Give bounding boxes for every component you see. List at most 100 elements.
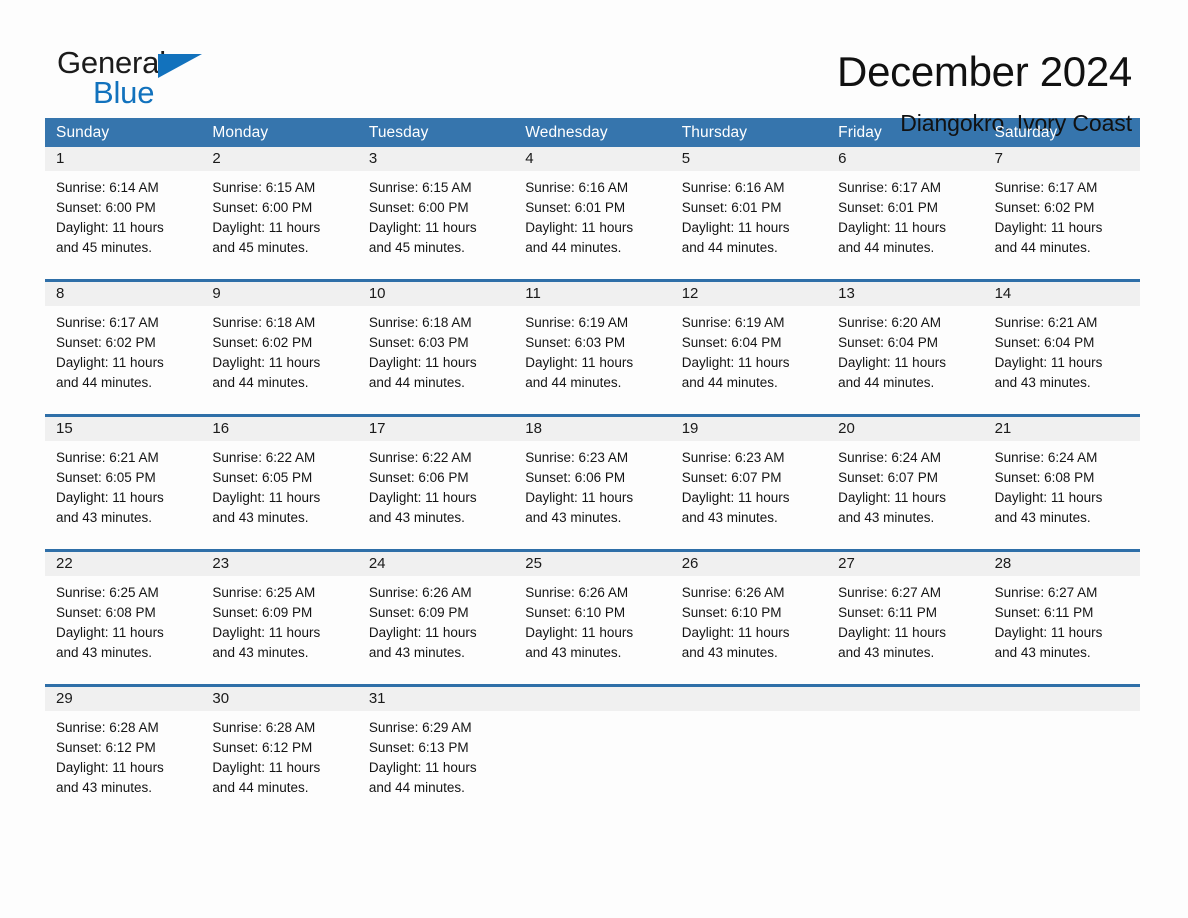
day-detail-line: Sunset: 6:00 PM bbox=[212, 200, 313, 215]
day-cell[interactable]: Sunrise: 6:21 AM Sunset: 6:05 PM Daylight:… bbox=[45, 441, 201, 549]
day-number[interactable]: 26 bbox=[671, 552, 827, 576]
day-number[interactable]: 20 bbox=[827, 417, 983, 441]
day-detail-line: Daylight: 11 hours bbox=[368, 490, 477, 505]
day-cell[interactable]: Sunrise: 6:22 AM Sunset: 6:05 PM Daylight:… bbox=[201, 441, 357, 549]
day-cell[interactable] bbox=[984, 711, 1140, 819]
day-number[interactable]: 16 bbox=[201, 417, 357, 441]
day-number[interactable]: 12 bbox=[671, 282, 827, 306]
day-number[interactable]: 9 bbox=[201, 282, 357, 306]
day-number[interactable]: 24 bbox=[358, 552, 514, 576]
day-cell[interactable]: Sunrise: 6:22 AM Sunset: 6:06 PM Daylight:… bbox=[358, 441, 514, 549]
day-cell[interactable]: Sunrise: 6:28 AM Sunset: 6:12 PM Daylight:… bbox=[45, 711, 201, 819]
day-detail-line: and 44 minutes. bbox=[681, 240, 778, 255]
day-cell[interactable]: Sunrise: 6:24 AM Sunset: 6:08 PM Daylight:… bbox=[984, 441, 1140, 549]
day-number[interactable]: 3 bbox=[358, 147, 514, 171]
day-cell[interactable]: Sunrise: 6:27 AM Sunset: 6:11 PM Daylight:… bbox=[984, 576, 1140, 684]
day-detail-line: Sunrise: 6:17 AM bbox=[994, 180, 1098, 195]
day-cell[interactable]: Sunrise: 6:28 AM Sunset: 6:12 PM Daylight:… bbox=[201, 711, 357, 819]
day-number[interactable]: 17 bbox=[358, 417, 514, 441]
day-cell[interactable]: Sunrise: 6:23 AM Sunset: 6:07 PM Daylight:… bbox=[671, 441, 827, 549]
day-cell[interactable]: Sunrise: 6:25 AM Sunset: 6:08 PM Daylight:… bbox=[45, 576, 201, 684]
day-number[interactable]: 27 bbox=[827, 552, 983, 576]
day-number[interactable]: 10 bbox=[358, 282, 514, 306]
day-number[interactable]: 25 bbox=[514, 552, 670, 576]
day-detail-line: Sunrise: 6:17 AM bbox=[56, 315, 159, 330]
day-detail-line: and 43 minutes. bbox=[368, 510, 465, 525]
day-number[interactable]: 18 bbox=[514, 417, 670, 441]
day-number[interactable]: 22 bbox=[45, 552, 201, 576]
day-detail-line: Sunset: 6:02 PM bbox=[56, 335, 156, 350]
day-of-week-header: Saturday bbox=[994, 124, 1058, 141]
day-cell[interactable]: Sunrise: 6:19 AM Sunset: 6:03 PM Daylight:… bbox=[514, 306, 670, 414]
calendar-week-row: 15 16 17 18 19 20 21 Sunrise: 6:21 AM Sunset: 6:… bbox=[45, 414, 1140, 549]
day-number[interactable]: 14 bbox=[984, 282, 1140, 306]
day-cell[interactable]: Sunrise: 6:21 AM Sunset: 6:04 PM Daylight:… bbox=[984, 306, 1140, 414]
day-cell[interactable]: Sunrise: 6:26 AM Sunset: 6:10 PM Daylight:… bbox=[514, 576, 670, 684]
day-cell[interactable]: Sunrise: 6:27 AM Sunset: 6:11 PM Daylight:… bbox=[827, 576, 983, 684]
day-of-week-header: Friday bbox=[838, 124, 882, 141]
day-number[interactable]: 15 bbox=[45, 417, 201, 441]
day-number[interactable]: 11 bbox=[514, 282, 670, 306]
day-detail-line: and 44 minutes. bbox=[212, 780, 309, 795]
day-cell[interactable]: Sunrise: 6:16 AM Sunset: 6:01 PM Daylight:… bbox=[514, 171, 670, 279]
day-cell[interactable]: Sunrise: 6:18 AM Sunset: 6:02 PM Daylight:… bbox=[201, 306, 357, 414]
day-number[interactable] bbox=[514, 687, 670, 711]
day-number[interactable]: 1 bbox=[45, 147, 201, 171]
day-detail-line: Daylight: 11 hours bbox=[368, 625, 477, 640]
day-number[interactable]: 29 bbox=[45, 687, 201, 711]
day-cell[interactable]: Sunrise: 6:14 AM Sunset: 6:00 PM Daylight:… bbox=[45, 171, 201, 279]
day-number[interactable]: 21 bbox=[984, 417, 1140, 441]
day-number[interactable]: 6 bbox=[827, 147, 983, 171]
day-cell[interactable]: Sunrise: 6:26 AM Sunset: 6:09 PM Daylight:… bbox=[358, 576, 514, 684]
day-cell[interactable]: Sunrise: 6:15 AM Sunset: 6:00 PM Daylight:… bbox=[358, 171, 514, 279]
day-cell[interactable]: Sunrise: 6:25 AM Sunset: 6:09 PM Daylight:… bbox=[201, 576, 357, 684]
day-cell[interactable] bbox=[827, 711, 983, 819]
day-number[interactable]: 30 bbox=[201, 687, 357, 711]
day-number[interactable] bbox=[671, 687, 827, 711]
day-detail-line: Sunrise: 6:23 AM bbox=[681, 450, 785, 465]
day-cell[interactable] bbox=[514, 711, 670, 819]
day-cell[interactable]: Sunrise: 6:29 AM Sunset: 6:13 PM Daylight:… bbox=[358, 711, 514, 819]
day-cell[interactable]: Sunrise: 6:23 AM Sunset: 6:06 PM Daylight:… bbox=[514, 441, 670, 549]
day-detail-line: Sunset: 6:10 PM bbox=[525, 605, 626, 620]
day-number[interactable]: 19 bbox=[671, 417, 827, 441]
day-number[interactable]: 23 bbox=[201, 552, 357, 576]
day-cell[interactable] bbox=[671, 711, 827, 819]
day-cell[interactable]: Sunrise: 6:20 AM Sunset: 6:04 PM Daylight:… bbox=[827, 306, 983, 414]
day-detail-line: Sunrise: 6:20 AM bbox=[838, 315, 941, 330]
day-cell[interactable]: Sunrise: 6:17 AM Sunset: 6:01 PM Daylight:… bbox=[827, 171, 983, 279]
day-detail-line: and 43 minutes. bbox=[681, 510, 778, 525]
day-detail-line: Sunset: 6:06 PM bbox=[525, 470, 626, 485]
day-number[interactable] bbox=[827, 687, 983, 711]
day-number[interactable]: 31 bbox=[358, 687, 514, 711]
day-number[interactable]: 4 bbox=[514, 147, 670, 171]
day-cell[interactable]: Sunrise: 6:16 AM Sunset: 6:01 PM Daylight:… bbox=[671, 171, 827, 279]
day-number[interactable]: 8 bbox=[45, 282, 201, 306]
day-detail-line: and 45 minutes. bbox=[56, 240, 153, 255]
day-cell[interactable]: Sunrise: 6:17 AM Sunset: 6:02 PM Daylight:… bbox=[984, 171, 1140, 279]
day-number[interactable]: 5 bbox=[671, 147, 827, 171]
day-detail-line: and 43 minutes. bbox=[56, 645, 153, 660]
day-number[interactable]: 2 bbox=[201, 147, 357, 171]
day-detail-line: Daylight: 11 hours bbox=[56, 490, 164, 505]
day-detail-line: Daylight: 11 hours bbox=[838, 220, 946, 235]
day-detail-line: and 43 minutes. bbox=[681, 645, 778, 660]
day-cell[interactable]: Sunrise: 6:19 AM Sunset: 6:04 PM Daylight:… bbox=[671, 306, 827, 414]
day-cell[interactable]: Sunrise: 6:15 AM Sunset: 6:00 PM Daylight:… bbox=[201, 171, 357, 279]
day-number[interactable]: 13 bbox=[827, 282, 983, 306]
day-detail-line: and 44 minutes. bbox=[56, 375, 153, 390]
day-cell[interactable]: Sunrise: 6:26 AM Sunset: 6:10 PM Daylight:… bbox=[671, 576, 827, 684]
day-detail-line: Daylight: 11 hours bbox=[994, 625, 1103, 640]
day-number[interactable]: 28 bbox=[984, 552, 1140, 576]
day-detail-line: Sunrise: 6:25 AM bbox=[212, 585, 316, 600]
day-number[interactable] bbox=[984, 687, 1140, 711]
day-detail-line: Daylight: 11 hours bbox=[368, 355, 477, 370]
day-detail-line: Sunrise: 6:25 AM bbox=[56, 585, 159, 600]
day-cell[interactable]: Sunrise: 6:17 AM Sunset: 6:02 PM Daylight:… bbox=[45, 306, 201, 414]
general-blue-logo[interactable]: General Blue bbox=[57, 46, 207, 120]
day-cell[interactable]: Sunrise: 6:24 AM Sunset: 6:07 PM Daylight:… bbox=[827, 441, 983, 549]
day-detail-line: Sunset: 6:03 PM bbox=[368, 335, 469, 350]
day-cell[interactable]: Sunrise: 6:18 AM Sunset: 6:03 PM Daylight:… bbox=[358, 306, 514, 414]
day-detail-row: Sunrise: 6:21 AM Sunset: 6:05 PM Daylight:… bbox=[45, 441, 1140, 549]
day-number[interactable]: 7 bbox=[984, 147, 1140, 171]
